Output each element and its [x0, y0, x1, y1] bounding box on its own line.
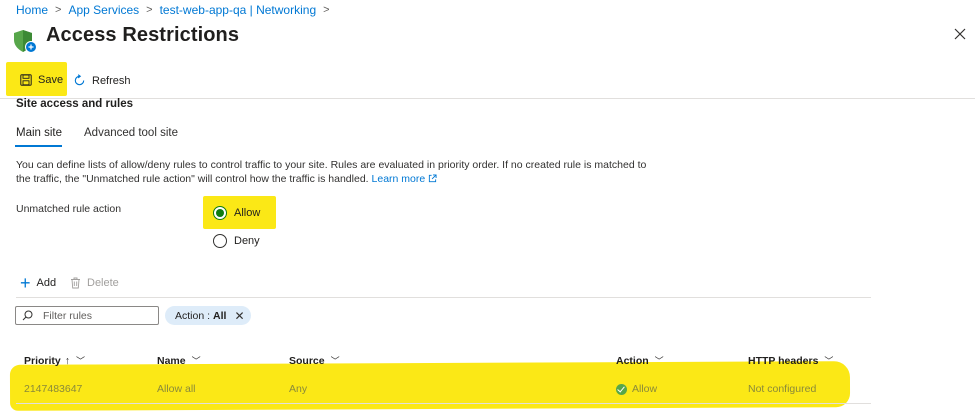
- cell-priority[interactable]: 2147483647: [24, 383, 82, 395]
- tab-main-site[interactable]: Main site: [16, 127, 62, 139]
- row-divider: [16, 403, 871, 404]
- plus-icon: +: [20, 273, 31, 293]
- chevron-right-icon: >: [323, 4, 330, 16]
- list-divider: [16, 297, 871, 298]
- more-options-button[interactable]: ···: [223, 26, 240, 42]
- radio-allow[interactable]: Allow: [213, 206, 260, 220]
- radio-deny-label: Deny: [234, 235, 260, 247]
- chevron-right-icon: >: [55, 4, 62, 16]
- radio-unselected-icon: [213, 234, 227, 248]
- learn-more-link[interactable]: Learn more: [372, 173, 438, 185]
- search-icon: [22, 310, 33, 321]
- add-rule-button[interactable]: + Add: [20, 273, 57, 293]
- description: You can define lists of allow/deny rules…: [16, 158, 656, 186]
- cell-http-headers: Not configured: [748, 383, 817, 395]
- description-text: You can define lists of allow/deny rules…: [16, 159, 647, 185]
- trash-icon: [71, 277, 80, 289]
- column-header-http-headers[interactable]: HTTP headers ﹀: [748, 354, 833, 367]
- save-button[interactable]: Save: [20, 74, 63, 86]
- section-title: Site access and rules: [16, 98, 133, 110]
- chevron-down-icon: ﹀: [191, 356, 201, 366]
- breadcrumb: Home > App Services > test-web-app-qa | …: [16, 2, 337, 18]
- delete-rule-button[interactable]: Delete: [70, 277, 119, 289]
- radio-allow-label: Allow: [234, 207, 261, 219]
- toolbar-divider: [0, 98, 975, 99]
- radio-deny[interactable]: Deny: [213, 234, 260, 248]
- save-label: Save: [38, 74, 64, 86]
- shield-network-icon: [14, 30, 37, 53]
- chevron-down-icon: ﹀: [330, 356, 340, 366]
- pill-value: All: [213, 309, 227, 322]
- chevron-down-icon: ﹀: [654, 356, 664, 366]
- cell-name[interactable]: Allow all: [157, 383, 196, 395]
- close-icon[interactable]: [952, 26, 968, 42]
- external-link-icon: [429, 174, 437, 183]
- cell-action: Allow: [616, 383, 657, 395]
- remove-filter-icon[interactable]: ✕: [234, 309, 244, 323]
- filter-box[interactable]: [15, 306, 159, 325]
- chevron-down-icon: ﹀: [824, 356, 834, 366]
- save-icon: [20, 74, 32, 86]
- column-header-priority[interactable]: Priority ↑ ﹀: [24, 354, 85, 367]
- pill-label: Action :: [175, 309, 211, 322]
- refresh-label: Refresh: [92, 74, 131, 87]
- breadcrumb-home[interactable]: Home: [16, 3, 48, 17]
- breadcrumb-app-services[interactable]: App Services: [68, 3, 139, 17]
- action-filter-pill[interactable]: Action : All ✕: [165, 306, 251, 325]
- column-header-action[interactable]: Action ﹀: [616, 354, 664, 367]
- breadcrumb-networking[interactable]: test-web-app-qa | Networking: [160, 3, 317, 17]
- refresh-icon: [74, 74, 85, 86]
- tab-selected-indicator: [15, 145, 62, 147]
- delete-label: Delete: [87, 277, 119, 289]
- unmatched-rule-action-label: Unmatched rule action: [16, 203, 122, 215]
- filter-rules-input[interactable]: [43, 309, 153, 322]
- radio-selected-icon: [213, 206, 227, 220]
- column-header-source[interactable]: Source ﹀: [289, 354, 340, 367]
- chevron-right-icon: >: [146, 4, 153, 16]
- sort-ascending-icon: ↑: [64, 354, 71, 367]
- check-circle-icon: [616, 383, 627, 395]
- column-header-name[interactable]: Name ﹀: [157, 354, 201, 367]
- chevron-down-icon: ﹀: [76, 356, 86, 366]
- refresh-button[interactable]: Refresh: [73, 74, 131, 87]
- add-label: Add: [36, 277, 57, 289]
- tab-advanced-tool-site[interactable]: Advanced tool site: [84, 127, 178, 139]
- page-title: Access Restrictions: [46, 24, 240, 46]
- cell-source: Any: [289, 383, 308, 395]
